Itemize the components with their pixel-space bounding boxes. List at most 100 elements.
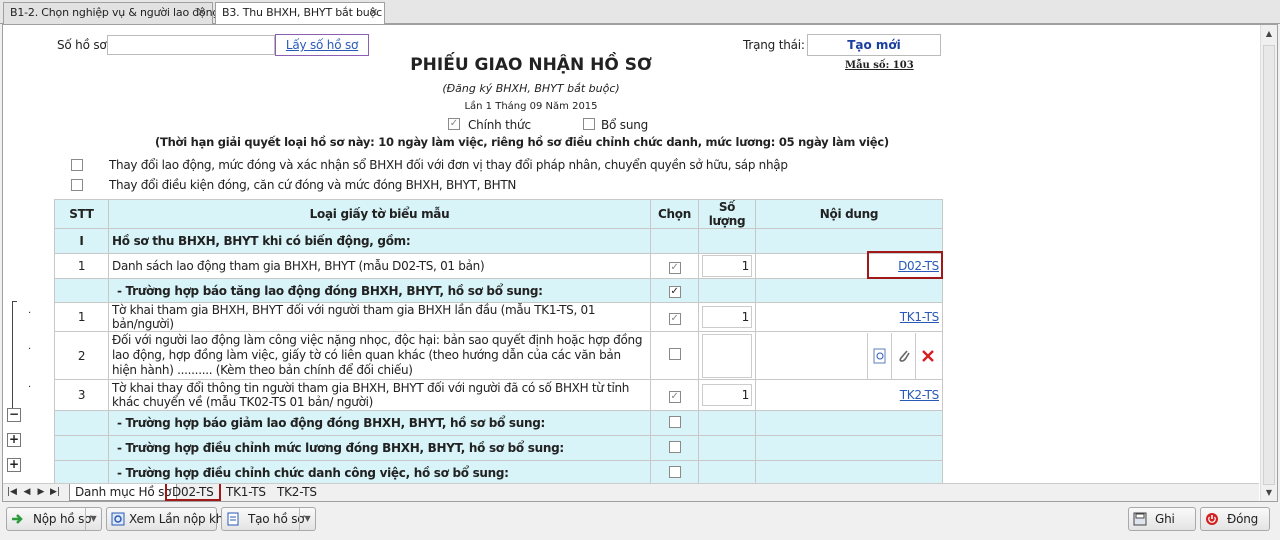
cell-qty: 1: [698, 302, 756, 332]
so-ho-so-input[interactable]: [107, 35, 275, 55]
cell-stt: [54, 278, 109, 303]
quantity-input[interactable]: 1: [702, 306, 752, 328]
scroll-down-icon[interactable]: ▼: [1261, 484, 1277, 501]
cell-chon: [650, 331, 699, 380]
last-sheet-icon[interactable]: ▶|: [49, 486, 61, 499]
close-icon[interactable]: ✕: [197, 3, 206, 23]
tk1-ts-link[interactable]: TK1-TS: [900, 310, 940, 324]
cell-qty: [698, 331, 756, 380]
row-checkbox[interactable]: [668, 415, 681, 428]
close-icon[interactable]: ✕: [369, 3, 378, 23]
cell-qty: [698, 435, 756, 461]
row-checkbox[interactable]: [668, 440, 681, 453]
search-document-icon: [111, 512, 125, 526]
vertical-scrollbar[interactable]: ▲ ▼: [1260, 25, 1277, 501]
row-checkbox[interactable]: [668, 348, 681, 360]
table-row: 1 Tờ khai tham gia BHXH, BHYT đối với ng…: [54, 302, 943, 332]
tree-expand-toggle[interactable]: +: [7, 458, 21, 472]
arrow-right-icon: [12, 514, 23, 524]
cell-stt: 1: [54, 253, 109, 279]
cell-qty: [698, 278, 756, 303]
cell-stt: [54, 435, 109, 461]
dong-button[interactable]: Đóng: [1200, 507, 1270, 531]
cell-noi-dung: [755, 435, 943, 461]
new-document-icon: [227, 512, 239, 526]
sheet-tab-tk1-ts[interactable]: TK1-TS: [221, 484, 271, 501]
save-icon: [1133, 512, 1147, 526]
cell-chon: ✓: [650, 253, 699, 279]
cell-qty: 1: [698, 379, 756, 411]
cell-stt: [54, 410, 109, 436]
quantity-input[interactable]: 1: [702, 384, 752, 406]
table-row: - Trường hợp điều chỉnh chức danh công v…: [54, 460, 943, 486]
cell-qty: [698, 410, 756, 436]
prev-sheet-icon[interactable]: ◀: [21, 486, 33, 499]
col-header-noi-dung: Nội dung: [755, 199, 943, 229]
chevron-down-icon[interactable]: ▼: [85, 508, 101, 530]
cell-stt: [54, 460, 109, 486]
row-checkbox[interactable]: [668, 465, 681, 478]
option2-checkbox[interactable]: [71, 179, 83, 191]
button-label: Nộp hồ sơ: [33, 512, 92, 526]
row-checkbox[interactable]: ✓: [668, 286, 681, 298]
page-subtitle: (Đăng ký BHXH, BHYT bắt buộc): [442, 82, 620, 95]
sheet-tab-d02-ts[interactable]: D02-TS: [165, 484, 221, 501]
row-checkbox[interactable]: ✓: [668, 312, 681, 325]
cell-noi-dung: [755, 331, 943, 380]
tk2-ts-link[interactable]: TK2-TS: [900, 388, 940, 402]
cell-stt: 3: [54, 379, 109, 411]
tree-collapse-toggle[interactable]: −: [7, 408, 21, 422]
cell-qty: [698, 460, 756, 486]
delete-x-icon: [922, 349, 934, 362]
chevron-down-icon[interactable]: ▼: [299, 508, 315, 530]
delete-file-button[interactable]: [915, 332, 939, 379]
bottom-toolbar: Nộp hồ sơ ▼ Xem Lần nộp khác Tạo hồ sơ ▼…: [0, 503, 1280, 540]
cell-noi-dung: [755, 278, 943, 303]
ghi-button[interactable]: Ghi: [1128, 507, 1196, 531]
trang-thai-label: Trạng thái:: [743, 38, 805, 52]
cell-text: - Trường hợp điều chỉnh mức lương đóng B…: [108, 435, 651, 461]
tab-chon-nghiep-vu[interactable]: B1-2. Chọn nghiệp vụ & người lao động ✕: [3, 2, 219, 24]
bo-sung-checkbox[interactable]: [583, 118, 595, 130]
xem-lan-nop-khac-button[interactable]: Xem Lần nộp khác: [106, 507, 237, 531]
row-checkbox[interactable]: ✓: [668, 261, 681, 274]
power-icon: [1206, 513, 1218, 525]
cell-chon: ✓: [650, 379, 699, 411]
cell-text: Tờ khai thay đổi thông tin người tham gi…: [108, 379, 651, 411]
quantity-input[interactable]: 1: [702, 255, 752, 277]
view-file-button[interactable]: [867, 332, 891, 379]
tree-dot: ·: [28, 308, 32, 319]
cell-chon: [650, 410, 699, 436]
tab-thu-bhxh[interactable]: B3. Thu BHXH, BHYT bắt buộc ✕: [215, 2, 385, 25]
option1-checkbox[interactable]: [71, 159, 83, 171]
quantity-input[interactable]: [702, 333, 752, 378]
option1-label: Thay đổi lao động, mức đóng và xác nhận …: [109, 158, 788, 172]
sheet-tab-tk2-ts[interactable]: TK2-TS: [272, 484, 322, 501]
attach-file-button[interactable]: [891, 332, 915, 379]
form-panel: Số hồ sơ: Lấy số hồ sơ Trạng thái: Tạo m…: [2, 24, 1278, 502]
table-row: 2 Đối với người lao động làm công việc n…: [54, 331, 943, 380]
row-checkbox[interactable]: ✓: [668, 390, 681, 403]
next-sheet-icon[interactable]: ▶: [35, 486, 47, 499]
cell-stt: I: [54, 228, 109, 254]
first-sheet-icon[interactable]: |◀: [6, 486, 18, 499]
tree-dot: ·: [28, 344, 32, 355]
cell-noi-dung: [755, 228, 943, 254]
lay-so-ho-so-link[interactable]: Lấy số hồ sơ: [275, 34, 369, 56]
nop-ho-so-button[interactable]: Nộp hồ sơ ▼: [6, 507, 102, 531]
page-title: PHIẾU GIAO NHẬN HỒ SƠ: [410, 55, 652, 75]
sheet-tab-danh-muc[interactable]: Danh mục Hồ sơ: [69, 484, 178, 501]
tab-label: B1-2. Chọn nghiệp vụ & người lao động: [10, 6, 220, 19]
scroll-up-icon[interactable]: ▲: [1261, 25, 1277, 42]
cell-text: - Trường hợp điều chỉnh chức danh công v…: [108, 460, 651, 486]
scrollbar-thumb[interactable]: [1263, 45, 1275, 485]
chinh-thuc-label: Chính thức: [468, 118, 531, 132]
chinh-thuc-checkbox[interactable]: ✓: [448, 118, 460, 130]
deadline-note: (Thời hạn giải quyết loại hồ sơ này: 10 …: [155, 135, 889, 149]
tree-expand-toggle[interactable]: +: [7, 433, 21, 447]
document-tab-strip: B1-2. Chọn nghiệp vụ & người lao động ✕ …: [0, 0, 1280, 25]
table-row: I Hồ sơ thu BHXH, BHYT khi có biến động,…: [54, 228, 943, 254]
sheet-tab-bar: |◀ ◀ ▶ ▶| Danh mục Hồ sơ D02-TS TK1-TS T…: [3, 483, 1259, 501]
tao-ho-so-button[interactable]: Tạo hồ sơ ▼: [221, 507, 316, 531]
cell-chon: ✓: [650, 278, 699, 303]
